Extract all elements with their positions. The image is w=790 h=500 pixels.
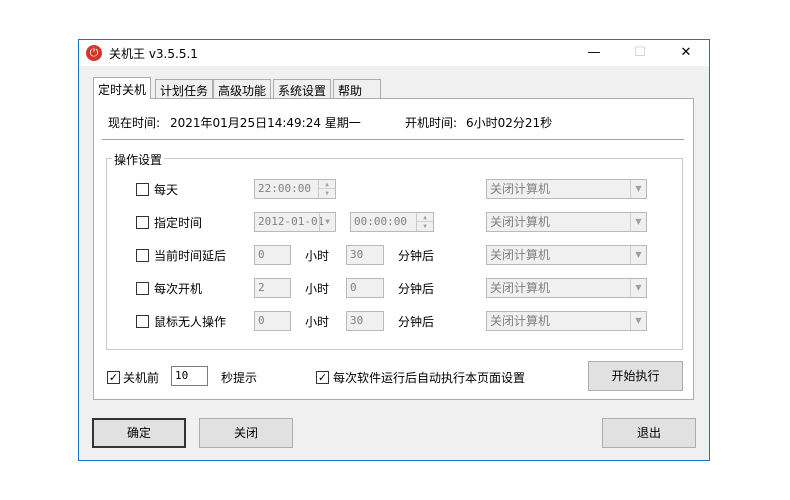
close-window-button[interactable]: ✕ (663, 40, 709, 66)
boot-hours-unit: 小时 (305, 282, 330, 296)
uptime-label: 开机时间: (405, 116, 458, 130)
daily-time-spinner[interactable]: ▲ ▼ (318, 180, 335, 198)
mouse-idle-label: 鼠标无人操作 (154, 315, 227, 329)
delay-action-select[interactable]: 关闭计算机 ▼ (486, 245, 647, 265)
idle-action-select[interactable]: 关闭计算机 ▼ (486, 311, 647, 331)
boot-hours-input[interactable]: 2 (254, 278, 291, 298)
before-shutdown-label: 关机前 (123, 371, 160, 385)
operations-group-title: 操作设置 (112, 151, 165, 168)
idle-minutes-unit: 分钟后 (398, 315, 435, 329)
daily-time-input[interactable]: 22:00:00 ▲ ▼ (254, 179, 336, 199)
tab-scheduled-tasks[interactable]: 计划任务 (155, 79, 214, 98)
idle-action-value: 关闭计算机 (490, 314, 551, 328)
specific-time-label: 指定时间 (154, 216, 203, 230)
delay-label: 当前时间延后 (154, 249, 227, 263)
idle-minutes-input[interactable]: 30 (346, 311, 384, 331)
start-execute-button[interactable]: 开始执行 (588, 361, 683, 391)
autorun-checkbox[interactable]: ✓ (316, 371, 329, 384)
specific-time-spinner[interactable]: ▲ ▼ (416, 213, 433, 231)
delay-minutes-input[interactable]: 30 (346, 245, 384, 265)
before-seconds-input[interactable]: 10 (171, 366, 208, 386)
daily-action-select[interactable]: 关闭计算机 ▼ (486, 179, 647, 199)
delay-hours-input[interactable]: 0 (254, 245, 291, 265)
title-bar: ⏻ 关机王 v3.5.5.1 — ☐ ✕ (79, 40, 709, 66)
now-time-label: 现在时间: (108, 116, 161, 130)
every-boot-label: 每次开机 (154, 282, 203, 296)
specific-time-value: 00:00:00 (354, 215, 407, 228)
delay-minutes-unit: 分钟后 (398, 249, 435, 263)
chevron-down-icon[interactable]: ▼ (630, 279, 646, 297)
now-time-value: 2021年01月25日14:49:24 星期一 (170, 116, 361, 130)
window-title: 关机王 v3.5.5.1 (109, 47, 198, 61)
uptime-value: 6小时02分21秒 (466, 116, 553, 130)
boot-action-value: 关闭计算机 (490, 281, 551, 295)
spin-down-icon[interactable]: ▼ (417, 222, 433, 231)
maximize-button: ☐ (634, 45, 646, 60)
every-boot-checkbox[interactable] (136, 282, 149, 295)
delay-action-value: 关闭计算机 (490, 248, 551, 262)
before-shutdown-checkbox[interactable]: ✓ (107, 371, 120, 384)
chevron-down-icon[interactable]: ▼ (630, 246, 646, 264)
idle-hours-input[interactable]: 0 (254, 311, 291, 331)
specific-action-value: 关闭计算机 (490, 215, 551, 229)
boot-minutes-unit: 分钟后 (398, 282, 435, 296)
chevron-down-icon[interactable]: ▼ (630, 312, 646, 330)
power-app-icon: ⏻ (86, 45, 102, 61)
specific-time-input[interactable]: 00:00:00 ▲ ▼ (350, 212, 434, 232)
ok-button[interactable]: 确定 (92, 418, 186, 448)
delay-checkbox[interactable] (136, 249, 149, 262)
daily-label: 每天 (154, 183, 179, 197)
daily-time-value: 22:00:00 (258, 182, 311, 195)
daily-action-value: 关闭计算机 (490, 182, 551, 196)
before-seconds-suffix: 秒提示 (221, 371, 258, 385)
boot-action-select[interactable]: 关闭计算机 ▼ (486, 278, 647, 298)
main-window: ⏻ 关机王 v3.5.5.1 — ☐ ✕ 定时关机 计划任务 高级功能 系统设置… (78, 39, 710, 461)
spin-down-icon[interactable]: ▼ (319, 189, 335, 198)
tab-panel: 现在时间: 2021年01月25日14:49:24 星期一 开机时间: 6小时0… (93, 98, 694, 400)
close-button[interactable]: 关闭 (199, 418, 293, 448)
specific-date-value: 2012-01-01 (258, 215, 325, 228)
boot-minutes-input[interactable]: 0 (346, 278, 384, 298)
tab-timed-shutdown[interactable]: 定时关机 (93, 77, 152, 99)
idle-hours-unit: 小时 (305, 315, 330, 329)
specific-action-select[interactable]: 关闭计算机 ▼ (486, 212, 647, 232)
chevron-down-icon[interactable]: ▼ (630, 180, 646, 198)
tab-system-settings[interactable]: 系统设置 (273, 79, 332, 98)
specific-date-picker[interactable]: 2012-01-01 ▼ (254, 212, 336, 232)
daily-checkbox[interactable] (136, 183, 149, 196)
specific-time-checkbox[interactable] (136, 216, 149, 229)
status-divider (102, 139, 684, 140)
calendar-dropdown-icon[interactable]: ▼ (319, 213, 335, 231)
tab-advanced[interactable]: 高级功能 (213, 79, 272, 98)
chevron-down-icon[interactable]: ▼ (630, 213, 646, 231)
tab-help[interactable]: 帮助 (333, 79, 381, 98)
spin-up-icon[interactable]: ▲ (319, 180, 335, 189)
autorun-label: 每次软件运行后自动执行本页面设置 (333, 371, 526, 385)
delay-hours-unit: 小时 (305, 249, 330, 263)
exit-button[interactable]: 退出 (602, 418, 696, 448)
mouse-idle-checkbox[interactable] (136, 315, 149, 328)
minimize-button[interactable]: — (571, 40, 617, 66)
spin-up-icon[interactable]: ▲ (417, 213, 433, 222)
